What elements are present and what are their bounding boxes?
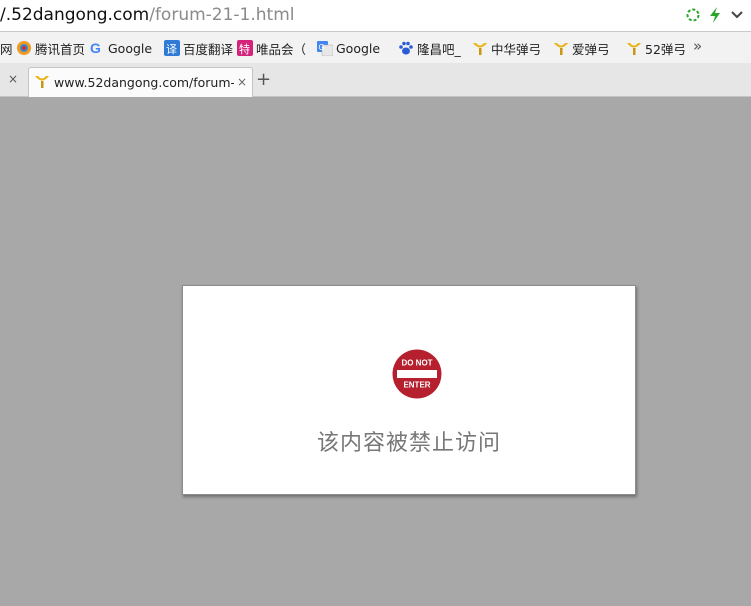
bookmark-item[interactable]: G Google [317,39,380,57]
bookmark-label: 唯品会（ [256,41,307,57]
bookmark-item[interactable]: 中华弹弓 [472,39,541,57]
chevron-down-icon[interactable] [729,6,745,24]
qq-icon [16,40,32,56]
lightning-icon[interactable] [707,6,723,24]
new-tab-button[interactable]: + [256,69,271,90]
close-icon[interactable]: × [8,72,18,86]
blocked-content-dialog: DO NOT ENTER 该内容被禁止访问 [182,285,636,495]
svg-text:特: 特 [239,42,250,56]
refresh-compat-icon[interactable] [685,6,701,24]
tab-strip: × www.52dangong.com/forum-2 × + [0,63,751,97]
bookmark-item[interactable]: 网 [0,39,13,57]
bookmark-label: Google [108,40,153,56]
url-path: /forum-21-1.html [149,5,295,25]
tab-active[interactable]: www.52dangong.com/forum-2 × [28,67,253,97]
blocked-message: 该内容被禁止访问 [316,431,501,456]
bookmark-label: 爱弹弓 [572,41,610,57]
slingshot-icon [472,40,488,56]
bookmark-label: 52弹弓 [645,41,686,57]
bookmark-item[interactable]: 译 百度翻译 [164,39,233,57]
slingshot-icon [626,40,642,56]
bookmark-label: 腾讯首页 [35,41,86,57]
address-bar[interactable]: /.52dangong.com/forum-21-1.html [0,0,751,32]
bookmark-item[interactable]: 爱弹弓 [553,39,610,57]
bookmark-label: Google [336,40,381,56]
bookmark-item[interactable]: 52弹弓 [626,39,686,57]
google-icon: G [89,40,105,56]
sign-top-text: DO NOT [401,359,432,368]
bookmarks-overflow-button[interactable]: » [693,37,702,55]
close-icon[interactable]: × [237,75,247,89]
bookmark-label: 网 [0,41,13,57]
google-translate-icon: G [317,40,334,57]
url-host: /.52dangong.com [0,5,150,25]
translate-icon: 译 [164,40,180,56]
tab-title: www.52dangong.com/forum-2 [54,75,234,90]
bookmark-label: 隆昌吧_ [417,41,461,57]
vip-icon: 特 [237,40,253,56]
bookmark-label: 百度翻译 [183,41,234,57]
svg-text:G: G [90,40,101,56]
bookmark-item[interactable]: 特 唯品会（ [237,39,306,57]
url-text[interactable]: /.52dangong.com/forum-21-1.html [0,4,295,26]
bookmark-item[interactable]: G Google [89,39,152,57]
svg-text:译: 译 [166,43,177,56]
slingshot-icon [34,73,50,89]
bookmark-label: 中华弹弓 [491,41,542,57]
do-not-enter-icon: DO NOT ENTER [392,349,442,399]
baidu-paw-icon [398,40,414,56]
slingshot-icon [553,40,569,56]
svg-text:G: G [319,43,325,52]
bookmark-item[interactable]: 隆昌吧_ [398,39,461,57]
bookmark-item[interactable]: 腾讯首页 [16,39,85,57]
sign-bottom-text: ENTER [403,381,430,390]
